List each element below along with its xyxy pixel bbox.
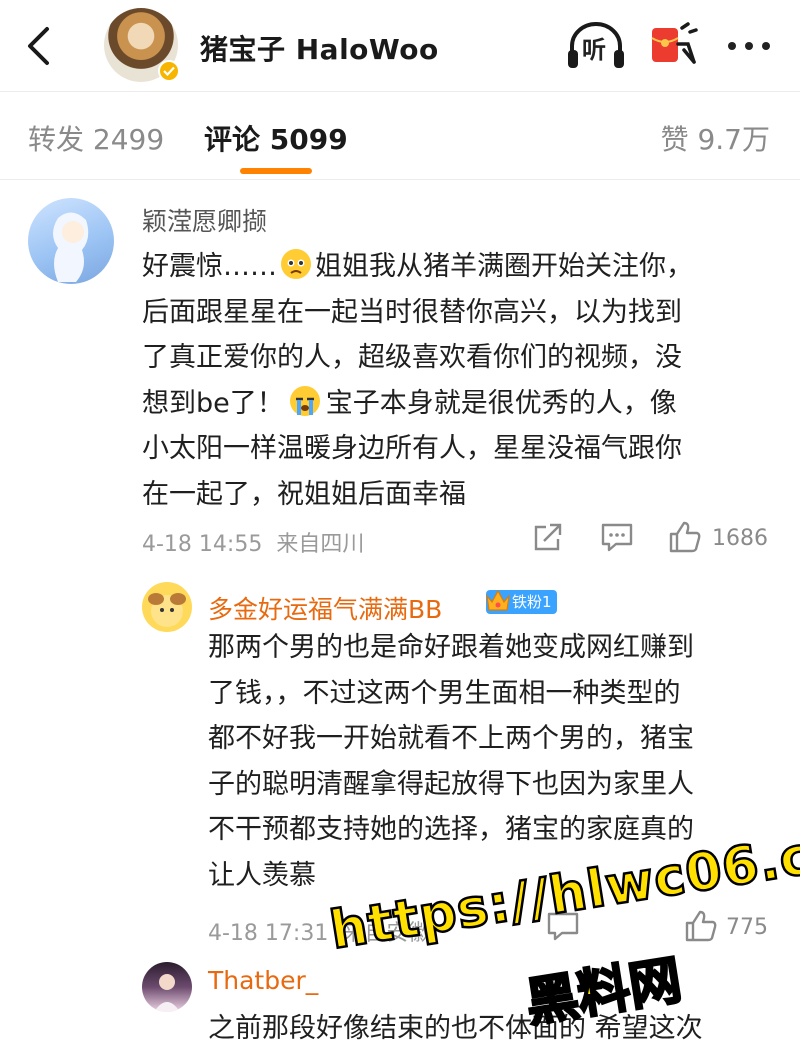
comment-meta: 4-18 14:55 来自四川	[142, 526, 364, 558]
fan-badge: 铁粉1	[486, 589, 557, 614]
verified-badge-icon	[158, 60, 180, 82]
more-options-button[interactable]	[724, 24, 774, 68]
listen-label: 听	[582, 36, 606, 64]
comment-username[interactable]: 颖滢愿卿撷	[142, 202, 267, 238]
comment-line: 了钱，，不过这两个男生面相一种类型的	[208, 677, 681, 709]
like-button[interactable]	[684, 909, 718, 947]
listen-button[interactable]: 听	[566, 20, 626, 72]
comment-icon	[601, 523, 633, 552]
chevron-left-icon	[28, 27, 49, 65]
tab-like[interactable]: 赞 9.7万	[661, 118, 770, 158]
like-count: 1686	[712, 526, 768, 551]
worried-face-emoji-icon	[281, 249, 311, 279]
more-dot	[745, 42, 753, 50]
red-packet-icon	[651, 22, 698, 64]
comment-line: 了真正爱你的人，超级喜欢看你们的视频，没	[142, 342, 682, 373]
share-button[interactable]	[532, 521, 564, 557]
like-button[interactable]	[668, 520, 702, 558]
commenter-avatar[interactable]	[28, 198, 114, 284]
tab-comment[interactable]: 评论 5099	[204, 118, 348, 158]
comment-line: 那两个男的也是命好跟着她变成网红赚到	[208, 632, 694, 663]
thumbs-up-icon	[685, 910, 717, 942]
comment-username[interactable]: 多金好运福气满满BB	[208, 590, 442, 626]
tab-repost[interactable]: 转发 2499	[28, 118, 164, 158]
share-icon	[534, 523, 562, 551]
comment-line: 想到be了！ 宝子本身就是很优秀的人，像	[142, 385, 677, 419]
author-name[interactable]: 猪宝子 HaloWoo	[200, 28, 439, 68]
comment-line: 子的聪明清醒拿得起放得下也因为家里人	[208, 768, 694, 800]
comment-username[interactable]: Thatber_	[208, 966, 318, 995]
badge-label: 铁粉1	[512, 593, 552, 611]
comment-time: 4-18 14:55	[142, 532, 263, 557]
comment-line: 在一起了，祝姐姐后面幸福	[142, 478, 466, 510]
more-dot	[728, 42, 736, 50]
comment-line: 都不好我一开始就看不上两个男的，猪宝	[208, 723, 694, 754]
commenter-avatar[interactable]	[142, 962, 192, 1012]
interaction-tabs: 转发 2499 评论 5099 赞 9.7万	[0, 92, 800, 180]
comment-line: 小太阳一样温暖身边所有人，星星没福气跟你	[142, 433, 682, 464]
crying-face-emoji-icon	[289, 385, 320, 416]
reply-button[interactable]	[600, 522, 634, 556]
red-packet-button[interactable]	[648, 22, 698, 70]
comment-time: 4-18 17:31	[208, 921, 329, 946]
crown-icon	[486, 589, 510, 611]
like-count: 775	[726, 915, 768, 940]
back-button[interactable]	[18, 22, 58, 70]
comment-line: 不干预都支持她的选择，猪宝的家庭真的	[208, 814, 694, 845]
commenter-avatar[interactable]	[142, 582, 192, 632]
comment-line: 好震惊…… 姐姐我从猪羊满圈开始关注你，	[142, 249, 693, 282]
comment-body: 好震惊…… 姐姐我从猪羊满圈开始关注你， 后面跟星星在一起当时很替你高兴，以为找…	[142, 244, 693, 517]
author-avatar[interactable]	[104, 8, 180, 82]
thumbs-up-icon	[669, 521, 701, 553]
top-bar: 猪宝子 HaloWoo 听	[0, 0, 800, 92]
active-tab-indicator	[240, 168, 312, 174]
comment-line: 后面跟星星在一起当时很替你高兴，以为找到	[142, 296, 682, 328]
comment-location: 来自四川	[276, 532, 365, 557]
more-dot	[762, 42, 770, 50]
